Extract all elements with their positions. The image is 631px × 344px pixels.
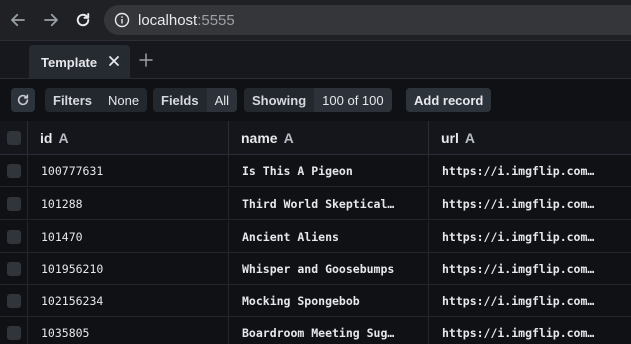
column-header-id[interactable]: id A — [28, 121, 229, 155]
showing-value: 100 of 100 — [314, 88, 392, 112]
cell-id[interactable]: 100777631 — [28, 155, 229, 187]
cell-id[interactable]: 101288 — [28, 188, 229, 220]
back-icon — [11, 13, 25, 27]
cell-name[interactable]: Whisper and Goosebumps — [229, 253, 429, 285]
cell-url[interactable]: https://i.imgflip.com… — [429, 253, 631, 285]
column-header-name[interactable]: name A — [229, 121, 429, 155]
fields-value: All — [206, 88, 238, 112]
filters-control[interactable]: Filters None — [45, 88, 148, 112]
add-record-button[interactable]: Add record — [406, 88, 492, 112]
cell-id[interactable]: 101956210 — [28, 253, 229, 285]
row-checkbox[interactable] — [6, 197, 21, 211]
filters-value: None — [100, 88, 148, 112]
url-port: :5555 — [197, 11, 235, 29]
refresh-icon — [17, 94, 29, 106]
cell-url[interactable]: https://i.imgflip.com… — [429, 285, 631, 317]
tab-label: Template — [41, 55, 98, 70]
cell-url[interactable]: https://i.imgflip.com… — [429, 188, 631, 220]
text-type-icon: A — [283, 130, 294, 146]
column-name: name — [241, 130, 278, 146]
fields-control[interactable]: Fields All — [153, 88, 238, 112]
cell-name[interactable]: Third World Skeptical… — [229, 188, 429, 220]
cell-name[interactable]: Boardroom Meeting Sug… — [229, 317, 429, 344]
forward-icon — [44, 13, 58, 27]
refresh-button[interactable] — [11, 88, 35, 112]
grid-header: id A name A url A — [0, 121, 631, 155]
fields-label: Fields — [161, 92, 199, 108]
cell-id[interactable]: 102156234 — [28, 285, 229, 317]
row-checkbox-cell[interactable] — [0, 285, 28, 317]
cell-url[interactable]: https://i.imgflip.com… — [429, 317, 631, 344]
cell-name[interactable]: Ancient Aliens — [229, 221, 429, 253]
table-row[interactable]: 101470 Ancient Aliens https://i.imgflip.… — [0, 221, 631, 253]
cell-name[interactable]: Mocking Spongebob — [229, 285, 429, 317]
showing-control[interactable]: Showing 100 of 100 — [244, 88, 392, 112]
table-row[interactable]: 101956210 Whisper and Goosebumps https:/… — [0, 253, 631, 285]
filters-label: Filters — [53, 92, 93, 108]
cell-name[interactable]: Is This A Pigeon — [229, 155, 429, 187]
table-row[interactable]: 102156234 Mocking Spongebob https://i.im… — [0, 285, 631, 317]
cell-id[interactable]: 1035805 — [28, 317, 229, 344]
row-checkbox-cell[interactable] — [0, 253, 28, 285]
cell-url[interactable]: https://i.imgflip.com… — [429, 155, 631, 187]
tab-bar: Template — [0, 40, 631, 80]
select-all-checkbox-cell[interactable] — [0, 121, 28, 155]
cell-url[interactable]: https://i.imgflip.com… — [429, 221, 631, 253]
table-row[interactable]: 100777631 Is This A Pigeon https://i.img… — [0, 155, 631, 187]
row-checkbox-cell[interactable] — [0, 155, 28, 187]
grid-toolbar: Filters None Fields All Showing 100 of 1… — [0, 79, 631, 121]
forward-button[interactable] — [39, 8, 63, 32]
table-row[interactable]: 1035805 Boardroom Meeting Sug… https://i… — [0, 317, 631, 344]
row-checkbox[interactable] — [6, 164, 21, 178]
showing-label: Showing — [252, 92, 307, 108]
reload-button[interactable] — [71, 8, 95, 32]
plus-icon[interactable] — [139, 53, 153, 67]
tab-template[interactable]: Template — [29, 45, 130, 80]
records-grid: id A name A url A 100777631 Is This A Pigeo… — [0, 121, 631, 344]
row-checkbox-cell[interactable] — [0, 188, 28, 220]
row-checkbox-cell[interactable] — [0, 221, 28, 253]
column-header-url[interactable]: url A — [429, 121, 631, 155]
text-type-icon: A — [464, 130, 476, 146]
cell-id[interactable]: 101470 — [28, 221, 229, 253]
row-checkbox[interactable] — [6, 262, 21, 276]
row-checkbox[interactable] — [6, 230, 21, 244]
back-button[interactable] — [6, 8, 30, 32]
browser-toolbar: localhost:5555 — [0, 0, 631, 40]
table-row[interactable]: 101288 Third World Skeptical… https://i.… — [0, 188, 631, 220]
select-all-checkbox[interactable] — [6, 131, 21, 145]
row-checkbox-cell[interactable] — [0, 317, 28, 344]
close-icon[interactable] — [107, 54, 121, 68]
text-type-icon: A — [58, 130, 69, 146]
address-bar[interactable]: localhost:5555 — [104, 5, 631, 35]
column-name: id — [40, 130, 53, 146]
url-host: localhost — [138, 11, 198, 29]
column-name: url — [441, 130, 459, 146]
row-checkbox[interactable] — [6, 294, 21, 308]
row-checkbox[interactable] — [6, 326, 21, 340]
reload-icon — [76, 13, 90, 27]
info-icon[interactable] — [114, 12, 130, 28]
